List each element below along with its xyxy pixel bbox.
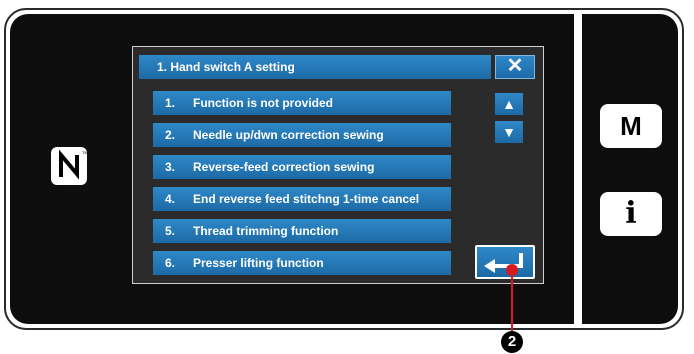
mode-button[interactable]: M	[600, 104, 662, 148]
option-number: 1.	[165, 96, 176, 110]
device-panel: TM 1. Hand switch A setting ✕ 1. Functio…	[4, 8, 684, 330]
option-item-6[interactable]: 6. Presser lifting function	[153, 251, 451, 275]
option-label: Reverse-feed correction sewing	[193, 160, 375, 174]
enter-return-icon	[484, 253, 523, 273]
scroll-down-button[interactable]: ▼	[495, 121, 523, 143]
close-button[interactable]: ✕	[495, 55, 535, 79]
panel-divider	[574, 14, 582, 324]
svg-text:TM: TM	[82, 150, 88, 155]
close-x-icon: ✕	[506, 55, 524, 77]
option-label: Presser lifting function	[193, 256, 324, 270]
option-number: 3.	[165, 160, 176, 174]
option-number: 2.	[165, 128, 176, 142]
triangle-up-icon: ▲	[502, 96, 516, 112]
option-label: Function is not provided	[193, 96, 333, 110]
option-item-4[interactable]: 4. End reverse feed stitchng 1-time canc…	[153, 187, 451, 211]
callout-pointer-line	[511, 274, 513, 336]
callout-number-badge: 2	[501, 331, 523, 353]
triangle-down-icon: ▼	[502, 124, 516, 140]
nfc-icon: TM	[51, 147, 88, 185]
option-item-5[interactable]: 5. Thread trimming function	[153, 219, 451, 243]
info-button[interactable]: i	[600, 192, 662, 236]
dialog-title-bar: 1. Hand switch A setting	[139, 55, 491, 79]
option-number: 4.	[165, 192, 176, 206]
enter-button[interactable]	[475, 245, 535, 279]
option-item-1[interactable]: 1. Function is not provided	[153, 91, 451, 115]
option-item-3[interactable]: 3. Reverse-feed correction sewing	[153, 155, 451, 179]
option-item-2[interactable]: 2. Needle up/dwn correction sewing	[153, 123, 451, 147]
scroll-up-button[interactable]: ▲	[495, 93, 523, 115]
option-number: 5.	[165, 224, 176, 238]
dialog-title: 1. Hand switch A setting	[157, 60, 295, 74]
option-number: 6.	[165, 256, 176, 270]
option-label: End reverse feed stitchng 1-time cancel	[193, 192, 420, 206]
option-label: Thread trimming function	[193, 224, 339, 238]
option-label: Needle up/dwn correction sewing	[193, 128, 384, 142]
touch-screen: 1. Hand switch A setting ✕ 1. Function i…	[132, 46, 544, 284]
